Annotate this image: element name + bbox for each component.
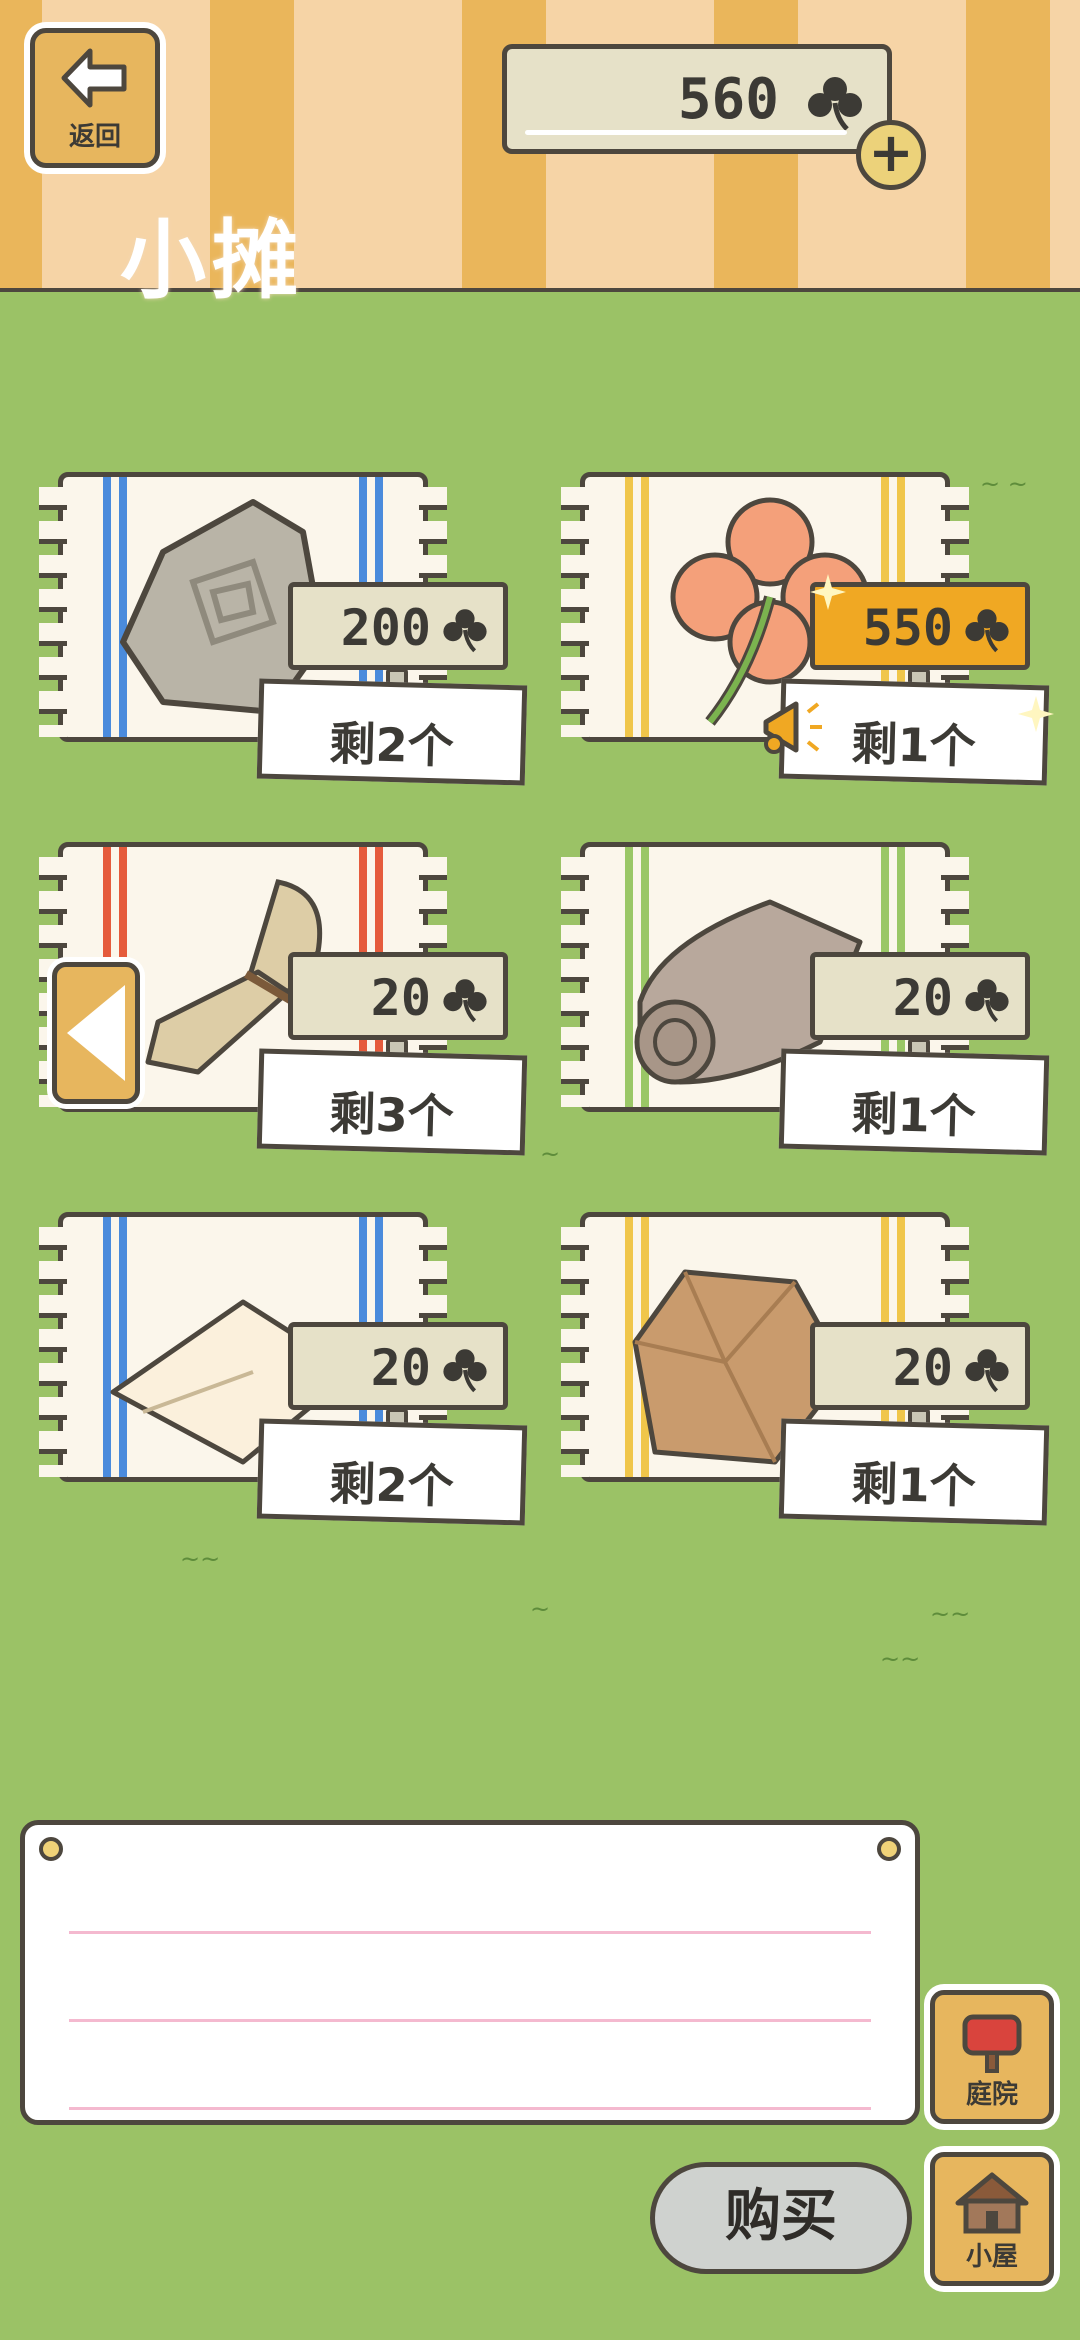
stock-label: 剩2个 [256, 678, 528, 786]
sparkle-icon [1018, 696, 1054, 732]
item-price: 20 [892, 1339, 953, 1397]
shop-header: 返回 小摊 560 + [0, 0, 1080, 311]
shop-item-stone[interactable]: 200 剩2个 [39, 472, 578, 812]
grass-mark: ~~ [930, 1600, 971, 1628]
scroll-left-button[interactable] [52, 962, 140, 1104]
grass-mark: ~ ~ [980, 470, 1028, 498]
stock-text: 剩2个 [328, 716, 455, 774]
megaphone-icon [763, 701, 822, 754]
pin-icon [39, 1837, 63, 1861]
price-tag: 200 [288, 582, 508, 670]
stock-label: 剩3个 [256, 1048, 528, 1156]
shop-item-cloth[interactable]: 20 剩2个 [39, 1212, 578, 1552]
house-icon [955, 2172, 1029, 2234]
grass-mark: ~~ [880, 1645, 921, 1673]
stock-text: 剩1个 [850, 1086, 977, 1144]
clover-icon [808, 77, 862, 131]
stock-label: 剩1个 [778, 1418, 1050, 1526]
clover-icon [443, 609, 487, 653]
buy-button[interactable]: 购买 [650, 2162, 912, 2274]
back-button[interactable]: 返回 [30, 28, 160, 168]
add-currency-button[interactable]: + [856, 120, 926, 190]
clover-icon [965, 979, 1009, 1023]
clover-icon [965, 1349, 1009, 1393]
stock-label: 剩2个 [256, 1418, 528, 1526]
yard-label: 庭院 [965, 2080, 1018, 2110]
shop-item-paper-bag[interactable]: 20 剩1个 [561, 1212, 1080, 1552]
item-price: 20 [892, 969, 953, 1027]
price-tag: 20 [810, 952, 1030, 1040]
stock-label: 剩1个 [778, 1048, 1050, 1156]
grass-mark: ~ [530, 1595, 551, 1623]
shop-item-four-leaf-clover[interactable]: 550 剩1个 [561, 472, 1080, 812]
mailbox-icon [962, 2014, 1022, 2073]
highlight-line [525, 130, 847, 135]
arrow-left-icon [61, 48, 127, 108]
price-tag: 20 [810, 1322, 1030, 1410]
clover-icon [965, 609, 1009, 653]
yard-button[interactable]: 庭院 [930, 1990, 1054, 2124]
price-tag: 20 [288, 952, 508, 1040]
item-price: 550 [862, 599, 953, 657]
stock-text: 剩3个 [328, 1086, 455, 1144]
house-label: 小屋 [965, 2242, 1018, 2272]
currency-amount: 560 [677, 67, 779, 132]
price-tag: 20 [288, 1322, 508, 1410]
stock-text: 剩2个 [328, 1456, 455, 1514]
grass-mark: ~ [540, 1140, 561, 1168]
currency-display: 560 [502, 44, 892, 154]
grass-mark: ~~ [180, 1545, 221, 1573]
back-label: 返回 [68, 122, 121, 152]
sparkle-icon [810, 574, 846, 610]
item-description-box [20, 1820, 920, 2125]
clover-icon [443, 1349, 487, 1393]
item-price: 200 [340, 599, 431, 657]
stock-text: 剩1个 [850, 1456, 977, 1514]
item-price: 20 [370, 969, 431, 1027]
page-title: 小摊 [120, 211, 304, 311]
house-button[interactable]: 小屋 [930, 2152, 1054, 2286]
item-price: 20 [370, 1339, 431, 1397]
clover-icon [443, 979, 487, 1023]
shop-item-cloth-roll[interactable]: 20 剩1个 [561, 842, 1080, 1182]
pin-icon [877, 1837, 901, 1861]
